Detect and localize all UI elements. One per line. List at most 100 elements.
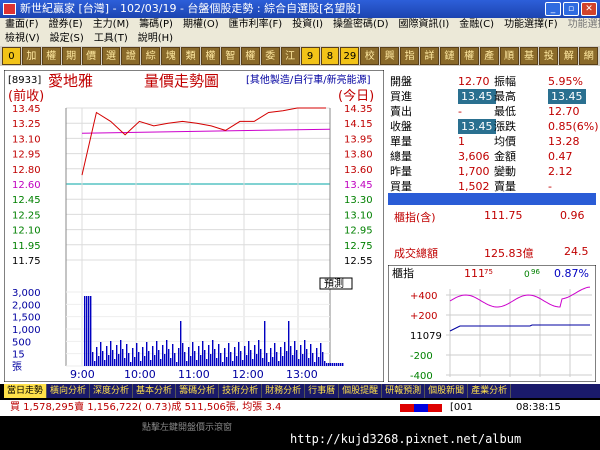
analysis-tab[interactable]: 基本分析 [133,384,177,398]
toolbar-button[interactable]: 權 [201,47,220,65]
toolbar-button[interactable]: 產 [479,47,499,65]
toolbar-button[interactable]: 詳 [420,47,439,65]
volume-bar [130,362,132,366]
toolbar-button[interactable]: 29 [340,47,360,65]
menu-view[interactable]: 檢視(V) [0,32,45,46]
menu-tools[interactable]: 工具(T) [89,32,133,46]
toolbar-button[interactable]: 校 [360,47,380,65]
toolbar-button[interactable]: 類 [181,47,201,65]
analysis-tab[interactable]: 橫向分析 [47,384,91,398]
toolbar-button[interactable]: 鏈 [439,47,459,65]
maximize-button[interactable]: ▫ [563,2,579,16]
otc-index-chart: 櫃指 111 75 0 96 0.87% +400 +200 11079 -200 -4… [387,264,597,383]
volume-bar [192,342,194,366]
menu-invest[interactable]: 投資(I) [287,18,328,32]
volume-bar [124,358,126,366]
menu-bar: 畫面(F) 證券(E) 主力(M) 籌碼(P) 期權(O) 匯市利率(F) 投資… [0,18,600,32]
volume-bar [96,347,98,366]
volume-bar [330,363,332,366]
volume-bar [170,358,172,366]
quote-row: 總量 3,606 金額 0.47 [388,149,596,164]
volume-tick: 1,000 [12,325,41,336]
menu-chips[interactable]: 籌碼(P) [134,18,178,32]
quote-l2: 漲跌 [494,120,516,133]
volume-bar [172,344,174,366]
y-tick-right: 12.55 [344,256,373,267]
toolbar-button[interactable]: 江 [280,47,300,65]
toolbar-button[interactable]: 權 [240,47,260,65]
quote-l1: 賣出 [390,105,412,118]
volume-bar [282,356,284,366]
menu-forex[interactable]: 匯市利率(F) [224,18,288,32]
y-tick-left: 12.10 [12,226,41,237]
analysis-tab[interactable]: 行事曆 [305,384,340,398]
minimize-button[interactable]: _ [545,2,561,16]
menu-screen[interactable]: 畫面(F) [0,18,44,32]
analysis-tab[interactable]: 產業分析 [468,384,512,398]
volume-bar [272,357,274,366]
toolbar-button[interactable]: 順 [499,47,519,65]
price-chart: [8933] 愛地雅 量價走勢圖 [其他製造/自行車/新亮能源] (前收) (今… [3,69,385,383]
toolbar-button[interactable]: 9 [300,47,320,65]
toolbar-button[interactable]: 指 [400,47,420,65]
analysis-tab[interactable]: 個股新聞 [425,384,469,398]
x-tick: 10:00 [124,368,156,381]
volume-tick: 15 [12,350,25,361]
menu-help[interactable]: 說明(H) [133,32,178,46]
y-tick-left: 11.95 [12,241,41,252]
toolbar-button[interactable]: 解 [559,47,579,65]
toolbar-button[interactable]: 權 [41,47,61,65]
quote-l1: 買進 [390,90,412,103]
toolbar-button[interactable]: 加 [21,47,41,65]
x-tick: 13:00 [286,368,318,381]
volume-bar [208,345,210,366]
toolbar-button[interactable]: 興 [380,47,400,65]
volume-bar [194,351,196,366]
toolbar-button[interactable]: 8 [320,47,340,65]
menu-trading-code[interactable]: 操盤密碼(D) [328,18,394,32]
toolbar-button[interactable]: 選 [101,47,121,65]
analysis-tab[interactable]: 個股提醒 [339,384,383,398]
toolbar-button[interactable]: 塊 [161,47,181,65]
volume-bar [182,343,184,366]
quote-l1: 昨量 [390,165,412,178]
toolbar-button[interactable]: 綜 [141,47,161,65]
close-button[interactable]: ✕ [581,2,597,16]
toolbar-button[interactable]: 價 [81,47,101,65]
analysis-tab[interactable]: 技術分析 [219,384,263,398]
volume-bar [186,361,188,366]
quote-row: 收盤 13.45 漲跌 0.85(6%) [388,119,599,134]
toolbar-button[interactable]: 權 [459,47,479,65]
quote-v2: 13.45 [548,89,586,104]
analysis-tab[interactable]: 研報預測 [382,384,426,398]
industry-tags[interactable]: [其他製造/自行車/新亮能源] [246,73,371,86]
toolbar-button[interactable]: 智 [220,47,240,65]
volume-bar [300,345,302,366]
volume-bar [226,357,228,366]
analysis-tab[interactable]: 深度分析 [90,384,134,398]
toolbar-button[interactable]: 網 [579,47,599,65]
toolbar-button[interactable]: 投 [539,47,559,65]
quote-table: 開盤 12.70 振幅 5.95% 買進 13.45 最高 13.45 賣出 - 最低 12.70 收盤… [388,70,599,193]
analysis-tab[interactable]: 當日走勢 [4,384,48,398]
menu-function[interactable]: 功能選擇(F) [499,18,563,32]
menu-securities[interactable]: 證券(E) [44,18,88,32]
toolbar-button[interactable]: 委 [260,47,280,65]
today-label: (今日) [338,88,374,104]
analysis-tab[interactable]: 財務分析 [262,384,306,398]
quote-l1: 買量 [390,180,412,193]
toolbar-button[interactable]: 期 [61,47,81,65]
menu-finance[interactable]: 金融(C) [454,18,499,32]
menu-main-force[interactable]: 主力(M) [88,18,134,32]
quote-v1: 1,502 [458,180,490,193]
analysis-tab[interactable]: 籌碼分析 [176,384,220,398]
toolbar-button[interactable]: 證 [121,47,141,65]
toolbar-button[interactable]: 基 [519,47,539,65]
menu-futures[interactable]: 期權(O) [178,18,224,32]
volume-bar [304,340,306,366]
menu-international[interactable]: 國際資訊(I) [394,18,455,32]
menu-settings[interactable]: 設定(S) [45,32,89,46]
toolbar-button[interactable]: 0 [2,47,21,65]
ticker-hint: 點擊左鍵開盤價示滾窗 [142,423,233,433]
index-panel: 櫃指(含) 111.75 0.96 成交總額 125.83億 24.5 [388,205,596,265]
